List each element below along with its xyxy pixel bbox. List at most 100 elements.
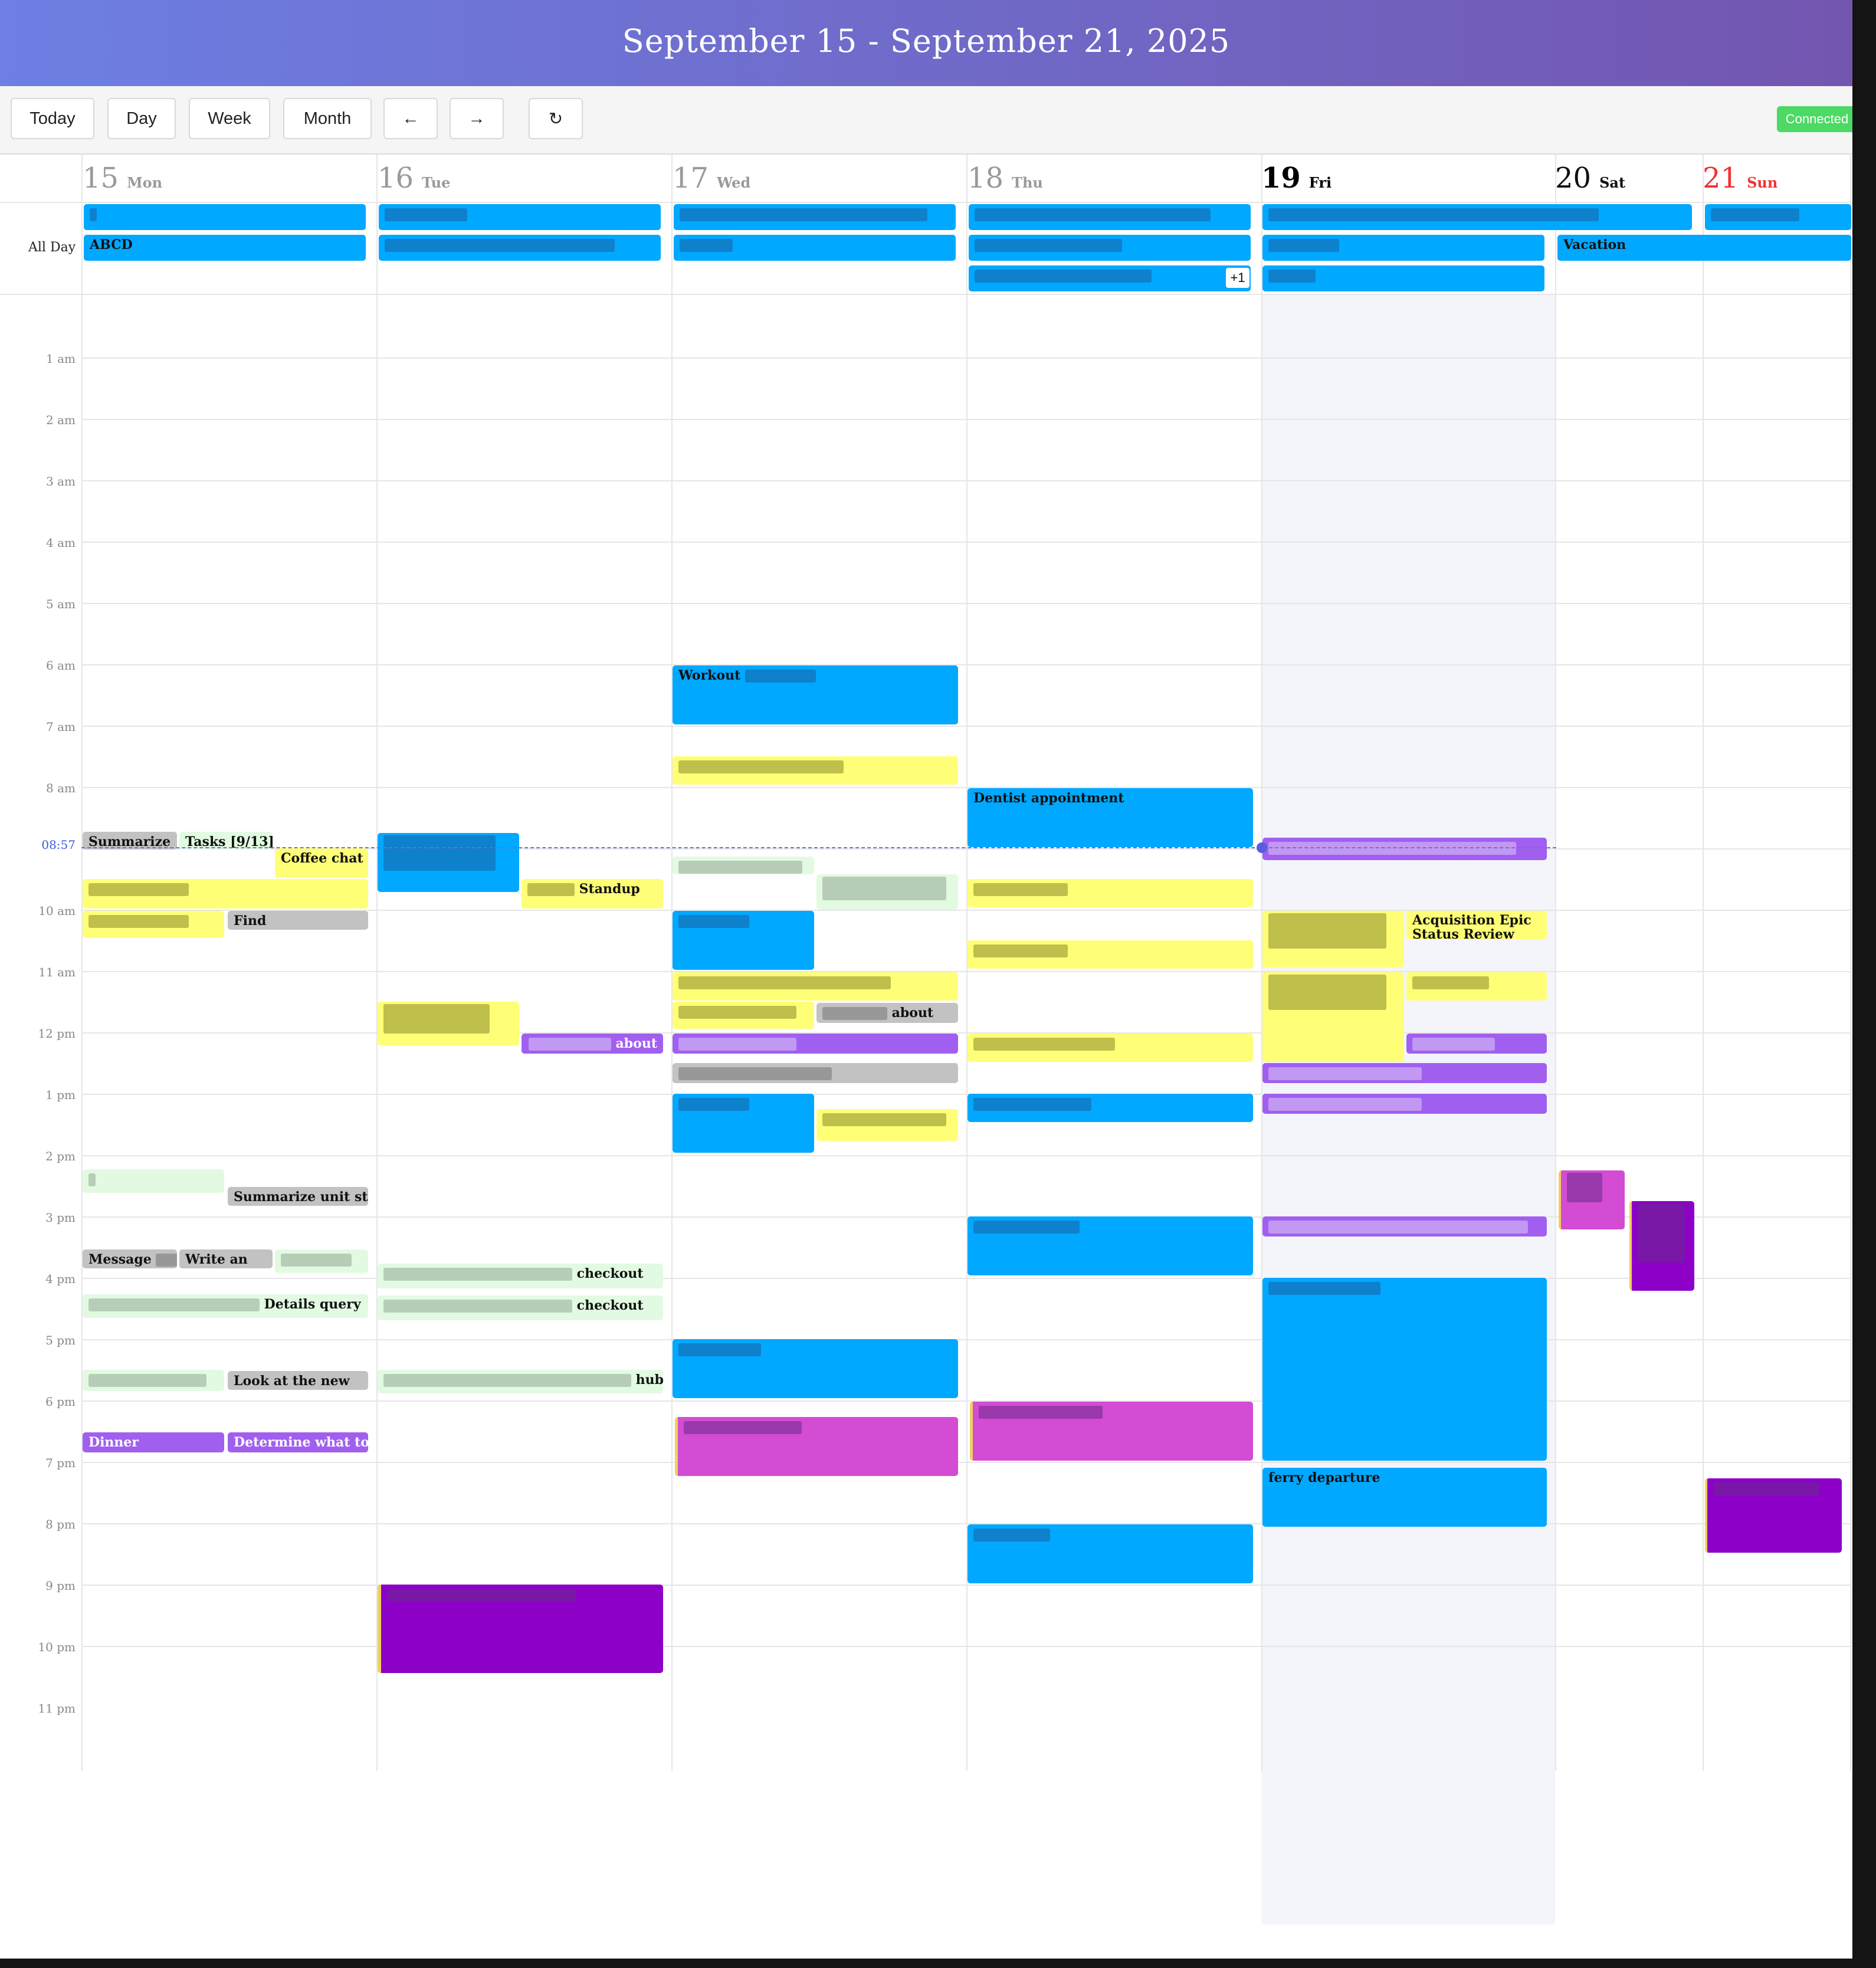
allday-event[interactable] [969,235,1251,261]
current-time-label: 08:57 [41,838,76,852]
event[interactable] [673,911,814,970]
event-workout[interactable]: Workout [673,665,958,724]
event[interactable] [378,1585,663,1673]
event[interactable] [673,1002,814,1029]
allday-event[interactable] [1262,204,1692,230]
event-message[interactable]: Message [83,1249,177,1268]
time-label: 6 pm [45,1395,76,1409]
calendar-app: September 15 - September 21, 2025 Today … [0,0,1852,1959]
event-checkout[interactable]: checkout [378,1295,663,1320]
today-button[interactable]: Today [11,98,94,139]
event[interactable] [970,1402,1253,1461]
day-header-tue[interactable]: 16 Tue [378,162,450,197]
event-dinner[interactable]: Dinner [83,1432,224,1452]
prev-arrow-icon[interactable]: ← [383,98,438,139]
event[interactable] [967,879,1253,907]
day-header-mon[interactable]: 15 Mon [83,162,162,197]
week-view-button[interactable]: Week [189,98,270,139]
event[interactable] [1629,1201,1694,1291]
event-dentist-appointment[interactable]: Dentist appointment [967,788,1253,847]
event[interactable] [673,756,958,785]
event[interactable] [1406,972,1547,1001]
event-about[interactable]: about [816,1003,958,1023]
event-coffee-chat[interactable]: Coffee chat [275,848,368,878]
allday-event[interactable] [1705,204,1851,230]
day-header-thu[interactable]: 18 Thu [967,162,1043,197]
allday-event[interactable] [674,235,956,261]
more-events-button[interactable]: +1 [1226,268,1249,288]
event[interactable] [378,833,519,892]
event[interactable] [673,972,958,1001]
event[interactable] [275,1249,368,1273]
event[interactable] [83,1370,224,1391]
allday-event-abcd[interactable]: ABCD [84,235,366,261]
time-label: 9 pm [45,1579,76,1593]
allday-event[interactable] [1262,235,1544,261]
event[interactable] [673,1339,958,1398]
event[interactable] [673,1063,958,1083]
allday-event[interactable] [84,204,366,230]
event-write[interactable]: Write an [179,1249,273,1268]
event-determine-what-to-do[interactable]: Determine what to do [228,1432,368,1452]
event[interactable] [1262,1278,1547,1461]
week-grid: 15 Mon 16 Tue 17 Wed 18 Thu 19 Fri 20 Sat 21 Su… [0,155,1852,1924]
day-header-sun[interactable]: 21 Sun [1703,162,1777,197]
allday-event[interactable] [379,235,661,261]
event-details-query[interactable]: Details query [83,1294,368,1318]
allday-event[interactable] [379,204,661,230]
time-label: 2 pm [45,1149,76,1163]
connection-status-badge: Connected [1777,106,1852,132]
event[interactable] [1262,972,1404,1062]
event-ferry-departure[interactable]: ferry departure [1262,1468,1547,1527]
day-header-wed[interactable]: 17 Wed [673,162,750,197]
event[interactable] [1262,1063,1547,1083]
event[interactable] [1559,1170,1625,1229]
event[interactable] [1262,1216,1547,1236]
allday-event[interactable] [969,265,1251,291]
day-header-fri[interactable]: 19 Fri [1261,162,1331,197]
refresh-icon[interactable]: ↻ [529,98,583,139]
next-arrow-icon[interactable]: → [450,98,504,139]
event-look-at-the-new[interactable]: Look at the new [228,1371,368,1390]
time-label: 1 am [46,352,76,366]
event[interactable] [1262,1094,1547,1114]
day-view-button[interactable]: Day [107,98,176,139]
event[interactable] [1406,1034,1547,1054]
allday-event-vacation[interactable]: Vacation [1557,235,1851,261]
event-checkout[interactable]: checkout [378,1264,663,1288]
day-header-sat[interactable]: 20 Sat [1555,162,1625,197]
event[interactable] [83,1169,224,1193]
event[interactable] [1705,1478,1842,1553]
event[interactable] [967,940,1253,969]
event-summarize-unit-strut[interactable]: Summarize unit strut [228,1187,368,1206]
event[interactable] [1262,838,1547,860]
event[interactable] [673,1034,958,1054]
allday-event[interactable] [1262,265,1544,291]
event[interactable] [673,1094,814,1153]
time-label: 3 pm [45,1211,76,1225]
event-about[interactable]: about [522,1034,663,1054]
event-find[interactable]: Find [228,911,368,930]
event[interactable] [816,874,958,910]
event[interactable] [673,857,814,874]
event[interactable] [816,1109,958,1141]
event-hub[interactable]: hub. [378,1370,663,1393]
event-acquisition-epic-status-review[interactable]: Acquisition Epic Status Review [1406,911,1547,939]
event[interactable] [967,1216,1253,1275]
event[interactable] [967,1524,1253,1583]
event[interactable] [1262,911,1404,967]
event[interactable] [967,1094,1253,1122]
month-view-button[interactable]: Month [283,98,372,139]
event[interactable] [83,879,368,908]
allday-event[interactable] [674,204,956,230]
toolbar: Today Day Week Month ← → ↻ Connected [0,86,1852,155]
event[interactable] [967,1034,1253,1062]
event[interactable] [675,1417,958,1476]
allday-event[interactable] [969,204,1251,230]
event[interactable] [83,911,224,938]
allday-label: All Day [28,240,76,255]
event[interactable] [378,1002,519,1045]
header: September 15 - September 21, 2025 [0,0,1852,86]
time-label: 11 pm [38,1701,76,1716]
event-standup[interactable]: Standup [522,879,663,908]
